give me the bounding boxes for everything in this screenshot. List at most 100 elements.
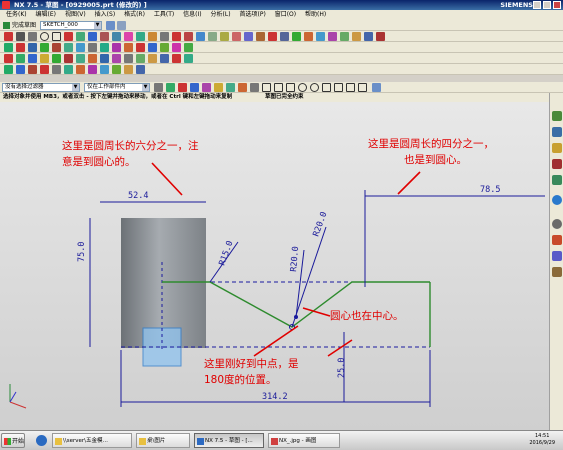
- relations-icon[interactable]: [268, 32, 277, 41]
- intersect-icon[interactable]: [184, 54, 193, 63]
- wcs-icon[interactable]: [364, 32, 373, 41]
- dim-text-25[interactable]: 25.0: [337, 358, 347, 378]
- dim-text-r20a[interactable]: R20.0: [289, 246, 301, 272]
- shaded-icon[interactable]: [88, 43, 97, 52]
- snap-tangent-icon[interactable]: [226, 83, 235, 92]
- shell-icon[interactable]: [124, 54, 133, 63]
- alternate-solution-icon[interactable]: [220, 32, 229, 41]
- paste-icon[interactable]: [28, 65, 37, 74]
- line-icon[interactable]: [16, 32, 25, 41]
- system-clock[interactable]: 14:51 2016/9/29: [529, 433, 555, 447]
- zoom-icon[interactable]: [52, 43, 61, 52]
- roles-icon[interactable]: [552, 267, 562, 277]
- pad-icon[interactable]: [64, 54, 73, 63]
- copy-icon[interactable]: [16, 65, 25, 74]
- check-icon[interactable]: [352, 32, 361, 41]
- rotate-icon[interactable]: [64, 43, 73, 52]
- curve-tool-icon[interactable]: [346, 83, 355, 92]
- finish-sketch-button[interactable]: 完成草图: [2, 21, 36, 30]
- assembly-navigator-icon[interactable]: [552, 111, 562, 121]
- menu-format[interactable]: 格式(R): [124, 11, 145, 18]
- dim-text-785[interactable]: 78.5: [480, 185, 500, 195]
- arc-icon[interactable]: [28, 32, 37, 41]
- task-nx[interactable]: NX 7.5 - 草图 - [...: [194, 433, 264, 448]
- boss-icon[interactable]: [40, 54, 49, 63]
- render-icon[interactable]: [160, 43, 169, 52]
- maximize-button[interactable]: [543, 1, 551, 9]
- task-explorer[interactable]: \\server\五金模…: [52, 433, 132, 448]
- animate-icon[interactable]: [244, 32, 253, 41]
- convert-reference-icon[interactable]: [208, 32, 217, 41]
- snap-midpoint-icon[interactable]: [178, 83, 187, 92]
- snap-grid-icon[interactable]: [4, 43, 13, 52]
- extrude-icon[interactable]: [4, 54, 13, 63]
- auto-constrain-icon[interactable]: [184, 32, 193, 41]
- task-pictures[interactable]: 桌\图片: [136, 433, 190, 448]
- dim-display-icon[interactable]: [280, 32, 289, 41]
- layer-settings-icon[interactable]: [88, 65, 97, 74]
- triangle-tool-icon[interactable]: [358, 83, 367, 92]
- fillet-icon[interactable]: [64, 32, 73, 41]
- web-browser-icon[interactable]: [552, 195, 562, 205]
- section-icon[interactable]: [148, 43, 157, 52]
- trim-body-icon[interactable]: [148, 54, 157, 63]
- process-studio-icon[interactable]: [552, 251, 562, 261]
- snap-center-icon[interactable]: [190, 83, 199, 92]
- snap-existing-icon[interactable]: [250, 83, 259, 92]
- graphics-window[interactable]: 52.4 75.0 78.5 R15.0 R20.0 R20.0 25.0 31…: [0, 102, 549, 430]
- dimension-icon[interactable]: [160, 32, 169, 41]
- infer-icon[interactable]: [232, 32, 241, 41]
- quad-tool-icon[interactable]: [334, 83, 343, 92]
- delete-icon[interactable]: [40, 65, 49, 74]
- slot-icon[interactable]: [76, 54, 85, 63]
- line-tool-icon[interactable]: [262, 83, 271, 92]
- reattach-icon[interactable]: [117, 21, 126, 30]
- unite-icon[interactable]: [160, 54, 169, 63]
- analysis-view-icon[interactable]: [172, 43, 181, 52]
- dim-text-r20b[interactable]: R20.0: [311, 211, 329, 238]
- point-tool-icon[interactable]: [310, 83, 319, 92]
- clip-icon[interactable]: [136, 43, 145, 52]
- hole-icon[interactable]: [28, 54, 37, 63]
- table-icon[interactable]: [316, 32, 325, 41]
- unblank-icon[interactable]: [64, 65, 73, 74]
- solid-tool-icon[interactable]: [372, 83, 381, 92]
- orient-view-icon[interactable]: [106, 21, 115, 30]
- groove-icon[interactable]: [88, 54, 97, 63]
- point-icon[interactable]: [88, 32, 97, 41]
- corner-icon[interactable]: [148, 32, 157, 41]
- menu-info[interactable]: 信息(I): [183, 11, 201, 18]
- snap-endpoint-icon[interactable]: [166, 83, 175, 92]
- history-icon[interactable]: [552, 219, 562, 229]
- move-object-icon[interactable]: [4, 65, 13, 74]
- part-navigator-icon[interactable]: [552, 143, 562, 153]
- close-button[interactable]: [553, 1, 561, 9]
- redo-icon[interactable]: [136, 65, 145, 74]
- menu-analysis[interactable]: 分析(L): [211, 11, 231, 18]
- dim-text-r15[interactable]: R15.0: [217, 240, 235, 267]
- mirror-icon[interactable]: [112, 32, 121, 41]
- wireframe-icon[interactable]: [100, 43, 109, 52]
- offset-icon[interactable]: [100, 32, 109, 41]
- select-icon[interactable]: [28, 43, 37, 52]
- pocket-icon[interactable]: [52, 54, 61, 63]
- layer-icon[interactable]: [328, 32, 337, 41]
- filter-icon[interactable]: [154, 83, 163, 92]
- draft-icon[interactable]: [136, 54, 145, 63]
- subtract-icon[interactable]: [172, 54, 181, 63]
- hidden-icon[interactable]: [112, 43, 121, 52]
- menu-window[interactable]: 窗口(O): [275, 11, 296, 18]
- constraint-icon[interactable]: [172, 32, 181, 41]
- views-icon[interactable]: [124, 43, 133, 52]
- constraint-navigator-icon[interactable]: [552, 127, 562, 137]
- cross-tool-icon[interactable]: [322, 83, 331, 92]
- snap-intersection-icon[interactable]: [214, 83, 223, 92]
- extend-icon[interactable]: [136, 32, 145, 41]
- circle-icon[interactable]: [40, 32, 49, 41]
- menu-preferences[interactable]: 首选项(P): [239, 11, 265, 18]
- arc-tool-icon[interactable]: [286, 83, 295, 92]
- drag-icon[interactable]: [256, 32, 265, 41]
- hd3d-tools-icon[interactable]: [552, 175, 562, 185]
- media-player-icon[interactable]: [36, 435, 47, 446]
- dim-text-52[interactable]: 52.4: [128, 191, 148, 201]
